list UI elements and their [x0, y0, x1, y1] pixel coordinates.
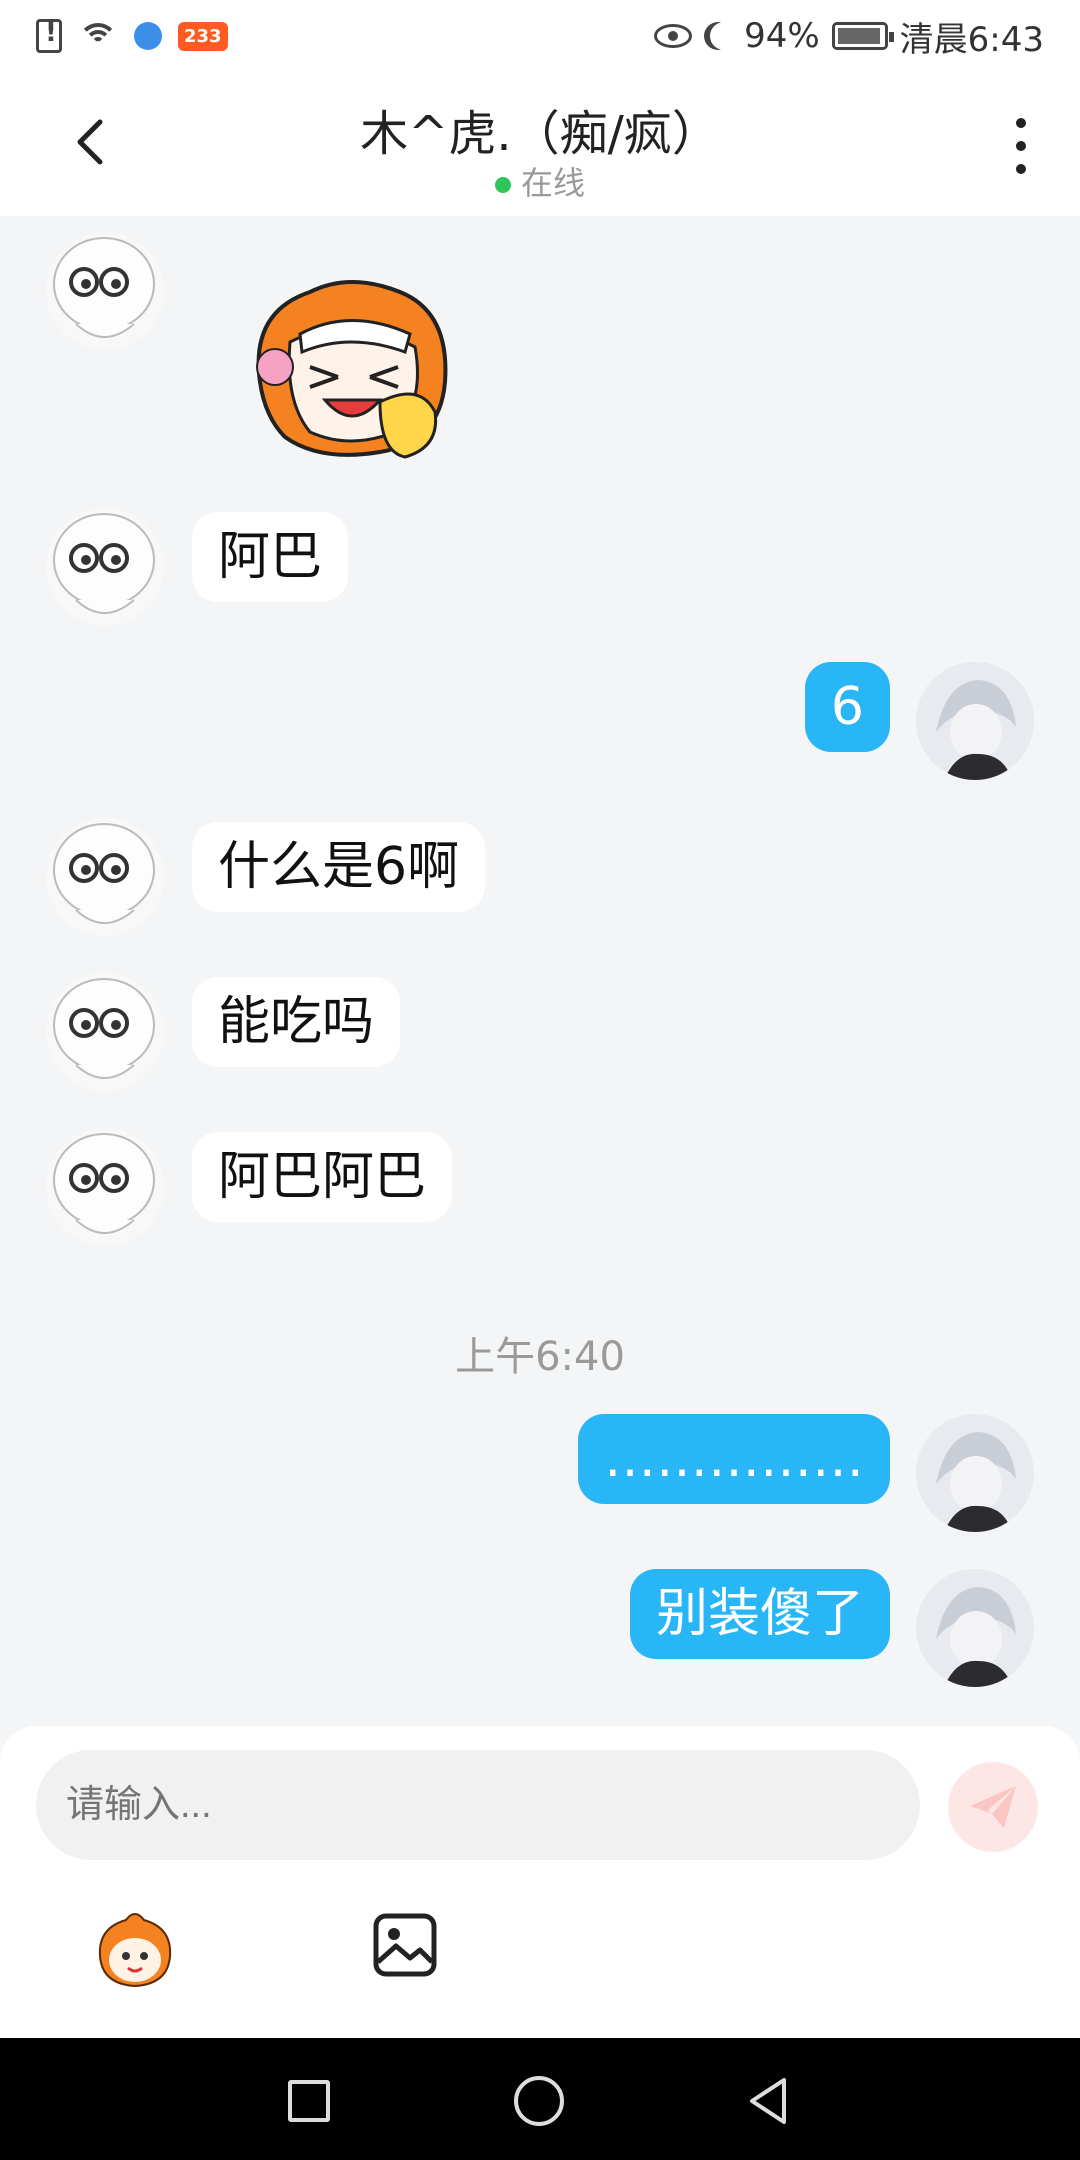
system-nav-bar	[0, 2038, 1080, 2160]
message-row: 什么是6啊	[0, 818, 1080, 948]
message-timestamp: 上午6:40	[455, 1334, 625, 1380]
mascot-emoji-icon[interactable]	[92, 1906, 178, 1992]
chat-header: 木^虎.（痴/疯） 在线	[0, 72, 1080, 216]
more-vertical-icon[interactable]	[1014, 118, 1028, 174]
message-bubble-incoming[interactable]: 阿巴阿巴	[192, 1132, 453, 1222]
composer	[0, 1726, 1080, 2038]
message-row: 别装傻了	[0, 1569, 1080, 1699]
home-icon[interactable]	[514, 2076, 564, 2126]
message-row: 6	[0, 662, 1080, 792]
online-status-label: 在线	[520, 164, 585, 202]
battery-percent: 94%	[744, 16, 820, 56]
wifi-icon	[78, 19, 118, 53]
message-row: 能吃吗	[0, 973, 1080, 1103]
eye-comfort-icon	[654, 24, 693, 48]
message-row: ……………	[0, 1414, 1080, 1544]
message-bubble-outgoing[interactable]: 6	[804, 662, 890, 752]
status-bar: 233 94% 清晨6:43	[0, 0, 1080, 72]
recent-apps-icon[interactable]	[288, 2080, 330, 2122]
battery-icon	[831, 22, 894, 50]
image-icon[interactable]	[372, 1912, 438, 1978]
contact-avatar[interactable]	[46, 973, 164, 1091]
contact-avatar[interactable]	[46, 232, 164, 350]
my-avatar[interactable]	[916, 1569, 1034, 1687]
online-dot-icon	[494, 177, 511, 193]
nav-back-icon[interactable]	[744, 2076, 794, 2126]
paper-plane-icon	[970, 1786, 1016, 1828]
moon-icon	[710, 22, 738, 50]
clock: 清晨6:43	[899, 19, 1044, 60]
app-233-icon: 233	[178, 21, 228, 51]
message-bubble-outgoing[interactable]: 别装傻了	[629, 1569, 890, 1659]
send-button[interactable]	[948, 1762, 1038, 1852]
message-row	[0, 232, 1080, 492]
message-list[interactable]: 阿巴 6 什么是6啊 能吃吗 阿巴阿巴 上午6:40 …………… 别装傻了	[0, 216, 1080, 1726]
contact-name: 木^虎.（痴/疯）	[360, 106, 720, 162]
message-bubble-incoming[interactable]: 什么是6啊	[192, 822, 486, 912]
message-bubble-outgoing[interactable]: ……………	[578, 1414, 890, 1504]
message-input[interactable]	[36, 1750, 920, 1860]
message-bubble-incoming[interactable]: 阿巴	[192, 512, 349, 602]
contact-avatar[interactable]	[46, 818, 164, 936]
contact-avatar[interactable]	[46, 508, 164, 626]
message-row: 阿巴	[0, 508, 1080, 638]
my-avatar[interactable]	[916, 662, 1034, 780]
sim-alert-icon	[36, 18, 62, 53]
contact-avatar[interactable]	[46, 1128, 164, 1246]
message-bubble-incoming[interactable]: 能吃吗	[192, 977, 401, 1067]
my-avatar[interactable]	[916, 1414, 1034, 1532]
message-row: 阿巴阿巴	[0, 1128, 1080, 1258]
browser-icon	[134, 22, 162, 50]
online-status: 在线	[0, 158, 1080, 204]
laughing-girl-sticker[interactable]	[230, 272, 470, 472]
